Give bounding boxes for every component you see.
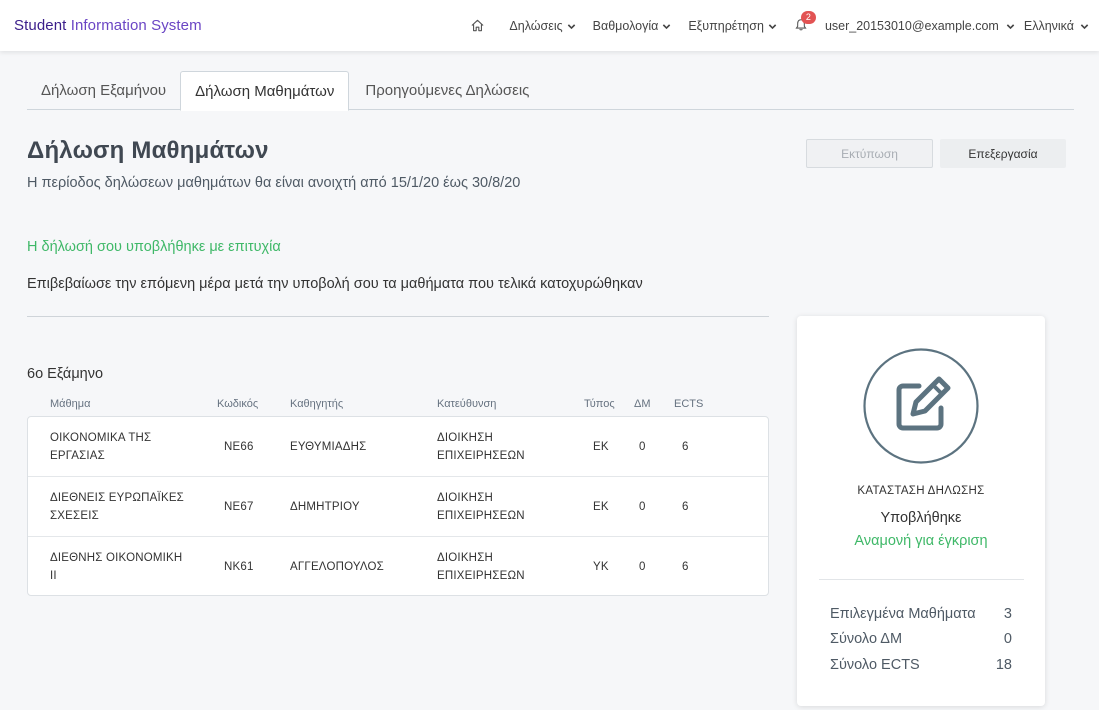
brand-logo[interactable]: Student Information System [14,17,202,34]
course-professor: ΑΓΓΕΛΟΠΟΥΛΟΣ [290,561,384,573]
language-menu[interactable]: Ελληνικά [1024,19,1089,33]
declaration-status-card: ΚΑΤΑΣΤΑΣΗ ΔΗΛΩΣΗΣ Υποβλήθηκε Αναμονή για… [797,316,1045,706]
courses-table: ΟΙΚΟΝΟΜΙΚΑ ΤΗΣ ΕΡΓΑΣΙΑΣ ΝΕ66 ΕΥΘΥΜΙΑΔΗΣ Δ… [27,416,769,596]
course-type: ΕΚ [593,501,609,513]
summary-value: 3 [1003,606,1012,622]
summary-label: Επιλεγμένα Μαθήματα [830,606,976,622]
summary-value: 0 [1003,631,1012,647]
course-type: ΕΚ [593,441,609,453]
success-message: Η δήλωσή σου υποβλήθηκε με επιτυχία [27,239,281,255]
print-button[interactable]: Εκτύπωση [806,139,933,168]
nav-declarations-label: Δηλώσεις [509,18,563,33]
col-header-type: Τύπος [584,398,615,410]
table-row[interactable]: ΔΙΕΘΝΕΙΣ ΕΥΡΩΠΑΪΚΕΣ ΣΧΕΣΕΙΣ ΝΕ67 ΔΗΜΗΤΡΙΟ… [28,476,768,536]
summary-label: Σύνολο ECTS [830,657,920,673]
summary-total-dm: Σύνολο ΔΜ 0 [830,631,1012,651]
course-ects: 6 [682,561,689,573]
summary-label: Σύνολο ΔΜ [830,631,903,647]
status-label: ΚΑΤΑΣΤΑΣΗ ΔΗΛΩΣΗΣ [857,485,985,497]
declaration-tabs: Δήλωση Εξαμήνου Δήλωση Μαθημάτων Προηγού… [27,71,1074,111]
tab-previous-declarations[interactable]: Προηγούμενες Δηλώσεις [349,71,543,110]
course-professor: ΕΥΘΥΜΙΑΔΗΣ [290,441,367,453]
course-code: ΝΕ66 [224,441,254,453]
course-direction: ΔΙΟΙΚΗΣΗ ΕΠΙΧΕΙΡΗΣΕΩΝ [437,492,525,522]
edit-button[interactable]: Επεξεργασία [940,139,1066,168]
confirm-notice: Επιβεβαίωσε την επόμενη μέρα μετά την υπ… [27,276,643,292]
edit-document-icon [863,348,979,464]
course-direction: ΔΙΟΙΚΗΣΗ ΕΠΙΧΕΙΡΗΣΕΩΝ [437,552,525,582]
summary-total-ects: Σύνολο ECTS 18 [830,657,1012,677]
brand-part-1: Student [14,17,67,34]
course-ects: 6 [682,441,689,453]
course-dm: 0 [639,501,646,513]
course-dm: 0 [639,441,646,453]
tab-semester-declaration[interactable]: Δήλωση Εξαμήνου [27,71,180,110]
section-divider [27,316,769,317]
language-label: Ελληνικά [1023,18,1074,33]
summary-value: 18 [995,657,1012,673]
tab-course-declaration[interactable]: Δήλωση Μαθημάτων [180,71,350,111]
chevron-down-icon [663,23,671,29]
top-navbar: Student Information System Δηλώσεις Βαθμ… [0,0,1099,51]
course-direction: ΔΙΟΙΚΗΣΗ ΕΠΙΧΕΙΡΗΣΕΩΝ [437,432,525,462]
user-menu[interactable]: user_20153010@example.com [825,19,1015,33]
course-ects: 6 [682,501,689,513]
home-icon [471,19,484,32]
card-divider [819,579,1024,580]
col-header-code: Κωδικός [217,398,259,410]
declaration-period: Η περίοδος δηλώσεων μαθημάτων θα είναι α… [27,175,521,191]
course-dm: 0 [639,561,646,573]
course-name: ΟΙΚΟΝΟΜΙΚΑ ΤΗΣ ΕΡΓΑΣΙΑΣ [50,432,152,462]
semester-heading: 6ο Εξάμηνο [27,366,104,382]
nav-support-label: Εξυπηρέτηση [688,18,764,33]
chevron-down-icon [567,23,575,29]
col-header-direction: Κατεύθυνση [437,398,497,410]
course-type: ΥΚ [593,561,609,573]
course-code: ΝΕ67 [224,501,254,513]
user-email: user_20153010@example.com [824,18,999,33]
chevron-down-icon [768,23,777,29]
course-name: ΔΙΕΘΝΗΣ ΟΙΚΟΝΟΜΙΚΗ ΙΙ [50,552,183,582]
nav-right: Δηλώσεις Βαθμολογία Εξυπηρέτηση 2 user_2… [453,0,1089,51]
notifications-badge: 2 [800,10,816,24]
brand-part-2: Information System [66,17,202,34]
course-name: ΔΙΕΘΝΕΙΣ ΕΥΡΩΠΑΪΚΕΣ ΣΧΕΣΕΙΣ [50,492,184,522]
page-title: Δήλωση Μαθημάτων [27,137,269,164]
status-value: Υποβλήθηκε [880,510,962,526]
notifications-button[interactable]: 2 [794,10,816,34]
chevron-down-icon [1006,23,1015,29]
col-header-course: Μάθημα [50,398,91,410]
course-professor: ΔΗΜΗΤΡΙΟΥ [290,501,360,513]
col-header-professor: Καθηγητής [290,398,344,410]
nav-grades-label: Βαθμολογία [592,18,659,33]
summary-selected-courses: Επιλεγμένα Μαθήματα 3 [830,606,1012,626]
home-link[interactable] [470,18,485,33]
col-header-ects: ECTS [674,398,704,410]
table-row[interactable]: ΟΙΚΟΝΟΜΙΚΑ ΤΗΣ ΕΡΓΑΣΙΑΣ ΝΕ66 ΕΥΘΥΜΙΑΔΗΣ Δ… [28,417,768,477]
nav-support[interactable]: Εξυπηρέτηση [688,19,777,33]
approval-status: Αναμονή για έγκριση [854,533,988,549]
chevron-down-icon [1080,23,1089,29]
nav-grades[interactable]: Βαθμολογία [593,19,672,33]
nav-declarations[interactable]: Δηλώσεις [509,19,575,33]
table-row[interactable]: ΔΙΕΘΝΗΣ ΟΙΚΟΝΟΜΙΚΗ ΙΙ ΝΚ61 ΑΓΓΕΛΟΠΟΥΛΟΣ Δ… [28,536,768,596]
course-code: ΝΚ61 [224,561,254,573]
col-header-dm: ΔΜ [634,398,651,410]
